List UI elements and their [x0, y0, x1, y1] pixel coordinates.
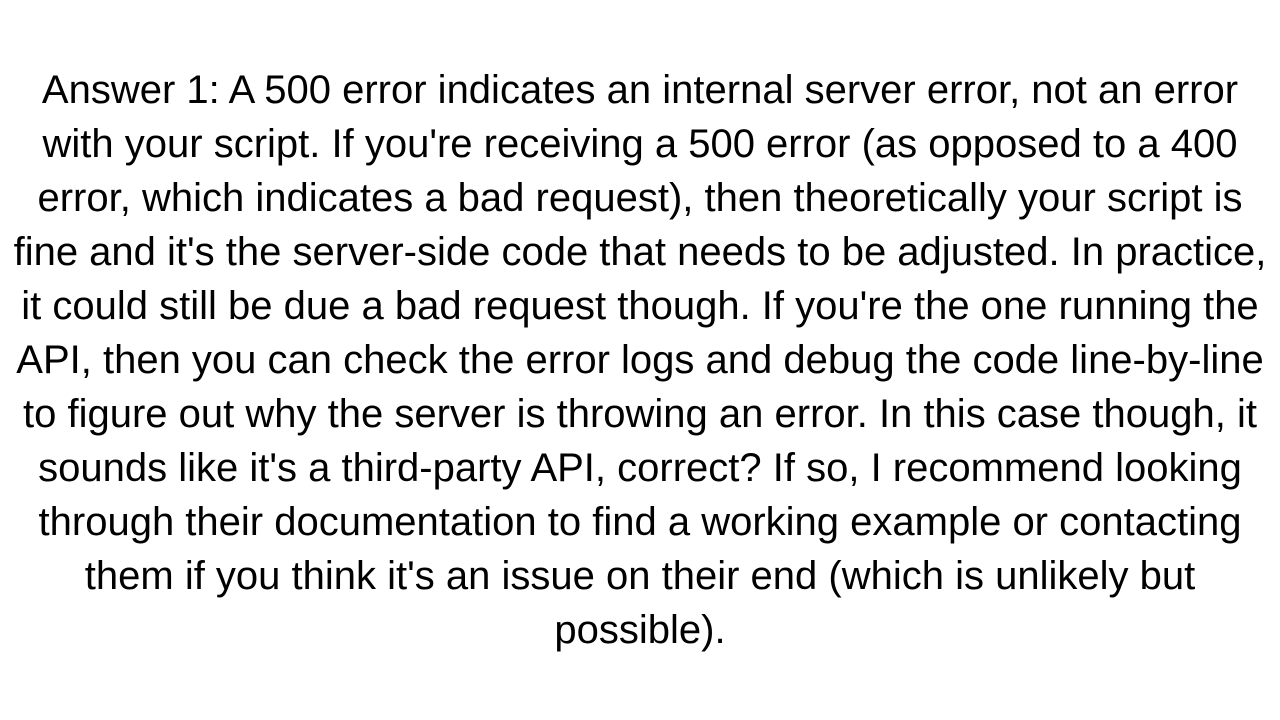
- answer-body: A 500 error indicates an internal server…: [14, 68, 1267, 652]
- answer-paragraph: Answer 1: A 500 error indicates an inter…: [10, 63, 1270, 657]
- document-page: Answer 1: A 500 error indicates an inter…: [0, 0, 1280, 720]
- answer-label: Answer 1:: [42, 68, 220, 112]
